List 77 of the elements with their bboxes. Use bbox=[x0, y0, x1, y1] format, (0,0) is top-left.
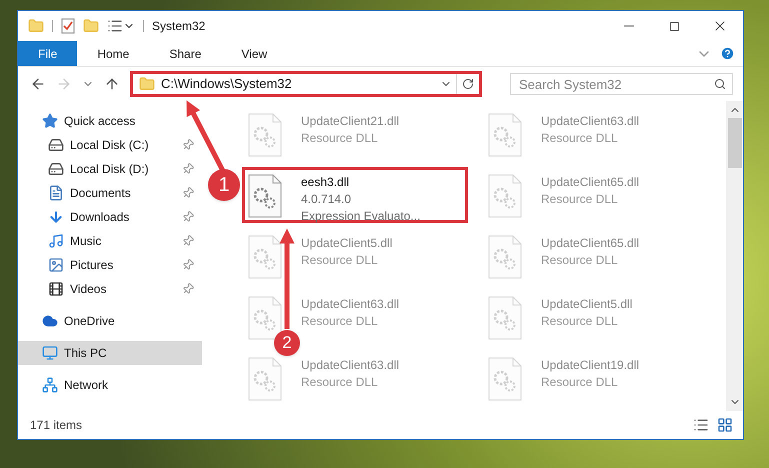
ribbon-tab[interactable]: Share bbox=[149, 41, 222, 66]
address-path: C:\Windows\System32 bbox=[161, 75, 293, 94]
file-detail: Expression Evaluato... bbox=[301, 208, 420, 225]
file-item[interactable]: eesh3.dll 4.0.714.0 Expression Evaluato... bbox=[242, 167, 468, 223]
sidebar-item[interactable]: OneDrive bbox=[18, 309, 123, 333]
sidebar-item[interactable]: This PC bbox=[18, 341, 202, 365]
dll-file-icon bbox=[247, 235, 283, 279]
file-detail: Resource DLL bbox=[301, 374, 379, 391]
dll-file-icon bbox=[487, 174, 523, 218]
file-detail: 4.0.714.0 bbox=[301, 191, 352, 208]
scrollbar[interactable] bbox=[726, 101, 743, 411]
sidebar-item[interactable]: Music bbox=[18, 229, 110, 253]
cloud-icon bbox=[42, 313, 58, 329]
step-number-badge: 1 bbox=[208, 169, 240, 201]
dll-file-icon bbox=[247, 174, 283, 218]
film-icon bbox=[48, 281, 64, 297]
tiles-view-icon[interactable] bbox=[717, 417, 733, 433]
sidebar-item[interactable]: Documents bbox=[18, 181, 139, 205]
document-icon bbox=[48, 185, 64, 201]
back-icon[interactable] bbox=[30, 76, 46, 92]
details-view-icon[interactable] bbox=[693, 417, 709, 433]
drive-icon bbox=[48, 137, 64, 153]
refresh-icon[interactable] bbox=[462, 78, 474, 90]
dll-file-icon bbox=[487, 113, 523, 157]
file-name: UpdateClient5.dll bbox=[301, 235, 392, 252]
file-detail: Resource DLL bbox=[301, 130, 379, 147]
file-name: UpdateClient65.dll bbox=[541, 235, 640, 252]
file-detail: Resource DLL bbox=[301, 313, 379, 330]
file-detail: Resource DLL bbox=[541, 191, 619, 208]
properties-icon[interactable] bbox=[61, 18, 75, 34]
network-icon bbox=[42, 377, 58, 393]
sidebar-item[interactable]: Local Disk (D:) bbox=[18, 157, 157, 181]
file-name: UpdateClient5.dll bbox=[541, 296, 632, 313]
dll-file-icon bbox=[247, 296, 283, 340]
star-icon bbox=[42, 113, 58, 129]
item-count: 171 items bbox=[30, 417, 82, 434]
ribbon-tab[interactable]: View bbox=[221, 41, 288, 66]
step-number-badge: 2 bbox=[274, 330, 300, 356]
dll-file-icon bbox=[487, 357, 523, 401]
address-bar[interactable]: C:\Windows\System32 bbox=[130, 71, 482, 97]
file-detail: Resource DLL bbox=[301, 252, 379, 269]
folder-icon bbox=[139, 76, 155, 92]
help-icon[interactable] bbox=[720, 46, 735, 61]
file-name: eesh3.dll bbox=[301, 174, 350, 191]
up-icon[interactable] bbox=[104, 76, 120, 92]
file-detail: Resource DLL bbox=[541, 252, 619, 269]
file-name: UpdateClient63.dll bbox=[301, 296, 400, 313]
picture-icon bbox=[48, 257, 64, 273]
maximize-icon[interactable] bbox=[669, 20, 680, 32]
dll-file-icon bbox=[487, 235, 523, 279]
ribbon-tab[interactable]: File bbox=[18, 41, 78, 66]
dll-file-icon bbox=[247, 357, 283, 401]
monitor-icon bbox=[42, 345, 58, 361]
view-list-icon[interactable] bbox=[107, 18, 123, 34]
drive-icon bbox=[48, 161, 64, 177]
dll-file-icon bbox=[487, 296, 523, 340]
sidebar-item[interactable]: Local Disk (C:) bbox=[18, 133, 157, 157]
file-name: UpdateClient21.dll bbox=[301, 113, 400, 130]
file-detail: Resource DLL bbox=[541, 130, 619, 147]
music-note-icon bbox=[48, 233, 64, 249]
sidebar-item[interactable]: Quick access bbox=[18, 109, 144, 133]
sidebar-item[interactable]: Videos bbox=[18, 277, 114, 301]
sidebar-item[interactable]: Network bbox=[18, 373, 116, 397]
file-name: UpdateClient19.dll bbox=[541, 357, 640, 374]
file-detail: Resource DLL bbox=[541, 374, 619, 391]
file-detail: Resource DLL bbox=[541, 313, 619, 330]
dll-file-icon bbox=[247, 113, 283, 157]
window-title: System32 bbox=[152, 18, 206, 35]
ribbon-tab[interactable]: Home bbox=[77, 41, 150, 66]
file-name: UpdateClient63.dll bbox=[541, 113, 640, 130]
file-name: UpdateClient63.dll bbox=[301, 357, 400, 374]
scroll-thumb[interactable] bbox=[728, 118, 742, 168]
sidebar-item[interactable]: Pictures bbox=[18, 253, 122, 277]
file-name: UpdateClient65.dll bbox=[541, 174, 640, 191]
search-field[interactable]: Search System32 bbox=[510, 73, 733, 95]
search-icon[interactable] bbox=[714, 78, 726, 90]
sidebar-item[interactable]: Downloads bbox=[18, 205, 138, 229]
